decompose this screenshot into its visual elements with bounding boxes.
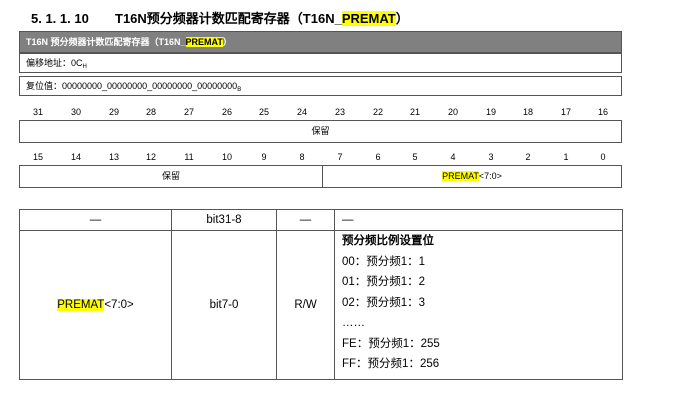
description-line: …… bbox=[342, 317, 365, 329]
reset-value-label: 复位值：00000000_00000000_00000000_00000000 bbox=[26, 81, 238, 91]
bit-number: 7 bbox=[337, 152, 343, 162]
bit-number: 19 bbox=[485, 107, 496, 117]
bit-number: 9 bbox=[261, 152, 267, 162]
register-title-text: T16N 预分频器计数匹配寄存器（T16N_ bbox=[26, 37, 186, 47]
register-title-bar: T16N 预分频器计数匹配寄存器（T16N_PREMAT） bbox=[19, 31, 622, 53]
offset-address-subscript: H bbox=[82, 64, 87, 70]
header-cell: — bbox=[276, 209, 335, 231]
bit-number: 14 bbox=[70, 152, 81, 162]
access-cell: R/W bbox=[276, 230, 335, 380]
bit-number: 1 bbox=[563, 152, 569, 162]
reserved-field-high: 保留 bbox=[311, 126, 330, 136]
bit-number: 25 bbox=[258, 107, 269, 117]
section-title-highlight: PREMAT bbox=[341, 11, 396, 26]
bit-number: 16 bbox=[597, 107, 608, 117]
field-name: PREMAT bbox=[57, 299, 105, 311]
premat-field-range: <7:0> bbox=[478, 171, 502, 181]
bit-number: 12 bbox=[145, 152, 156, 162]
bit-number: 18 bbox=[522, 107, 533, 117]
bit-number: 30 bbox=[70, 107, 81, 117]
bit-number: 11 bbox=[184, 152, 194, 162]
bit-number: 23 bbox=[334, 107, 345, 117]
register-title-highlight: PREMAT bbox=[185, 37, 223, 47]
bit-number: 0 bbox=[600, 152, 606, 162]
bit-number: 17 bbox=[560, 107, 571, 117]
bit-number: 21 bbox=[409, 107, 420, 117]
bit-number: 15 bbox=[32, 152, 43, 162]
bit-number: 3 bbox=[488, 152, 494, 162]
header-cell: bit31-8 bbox=[171, 209, 277, 231]
bitfield-high: 保留 bbox=[19, 120, 622, 143]
description-title: 预分频比例设置位 bbox=[342, 235, 434, 247]
description-line: 02：预分频1：3 bbox=[342, 296, 426, 309]
field-name-cell: PREMAT<7:0> bbox=[19, 230, 172, 380]
bit-range-cell: bit7-0 bbox=[171, 230, 277, 380]
register-description-table: — bit31-8 — — PREMAT<7:0> bit7-0 R/W 预分频… bbox=[19, 209, 623, 380]
bitfield-low: 保留 PREMAT<7:0> bbox=[19, 165, 622, 188]
bit-number: 6 bbox=[375, 152, 381, 162]
bit-number: 22 bbox=[372, 107, 383, 117]
section-title-suffix: ） bbox=[395, 11, 409, 26]
bit-number: 10 bbox=[221, 152, 232, 162]
field-range: <7:0> bbox=[104, 299, 134, 311]
section-number: 5. 1. 1. 10 bbox=[31, 11, 89, 26]
description-line: FE：预分频1：255 bbox=[342, 337, 440, 350]
premat-field: PREMAT<7:0> bbox=[323, 166, 621, 187]
table-row: PREMAT<7:0> bit7-0 R/W 预分频比例设置位 00：预分频1：… bbox=[19, 230, 623, 380]
bit-number: 26 bbox=[221, 107, 232, 117]
bit-number: 29 bbox=[108, 107, 119, 117]
header-cell: — bbox=[19, 209, 172, 231]
bit-number: 13 bbox=[108, 152, 119, 162]
bit-number: 31 bbox=[32, 107, 43, 117]
reset-value-row: 复位值：00000000_00000000_00000000_00000000B bbox=[19, 76, 622, 96]
register-title-suffix: ） bbox=[222, 37, 232, 47]
section-title-text: T16N预分频器计数匹配寄存器（T16N_ bbox=[115, 11, 342, 26]
bit-number: 8 bbox=[299, 152, 305, 162]
offset-address-row: 偏移地址：0CH bbox=[19, 53, 622, 73]
bit-numbers-high: 31 30 29 28 27 26 25 24 23 22 21 20 19 1… bbox=[19, 107, 622, 119]
description-cell: 预分频比例设置位 00：预分频1：1 01：预分频1：2 02：预分频1：3 …… bbox=[334, 230, 623, 380]
bit-number: 4 bbox=[450, 152, 456, 162]
premat-field-name: PREMAT bbox=[442, 171, 479, 181]
description-line: FF：预分频1：256 bbox=[342, 358, 440, 370]
bit-number: 5 bbox=[412, 152, 418, 162]
bit-numbers-low: 15 14 13 12 11 10 9 8 7 6 5 4 3 2 1 0 bbox=[19, 152, 622, 164]
section-title: 5. 1. 1. 10 T16N预分频器计数匹配寄存器（T16N_PREMAT） bbox=[31, 8, 409, 27]
reserved-field-low: 保留 bbox=[20, 166, 323, 187]
bit-number: 2 bbox=[525, 152, 531, 162]
bit-number: 27 bbox=[183, 107, 194, 117]
bit-number: 24 bbox=[296, 107, 307, 117]
description-line: 00：预分频1：1 bbox=[342, 255, 426, 268]
header-cell: — bbox=[334, 209, 623, 231]
description-line: 01：预分频1：2 bbox=[342, 276, 426, 288]
reset-value-subscript: B bbox=[237, 87, 242, 93]
offset-address-label: 偏移地址：0C bbox=[26, 58, 83, 68]
table-header-row: — bit31-8 — — bbox=[19, 209, 623, 231]
bit-number: 20 bbox=[447, 107, 458, 117]
bit-number: 28 bbox=[145, 107, 156, 117]
